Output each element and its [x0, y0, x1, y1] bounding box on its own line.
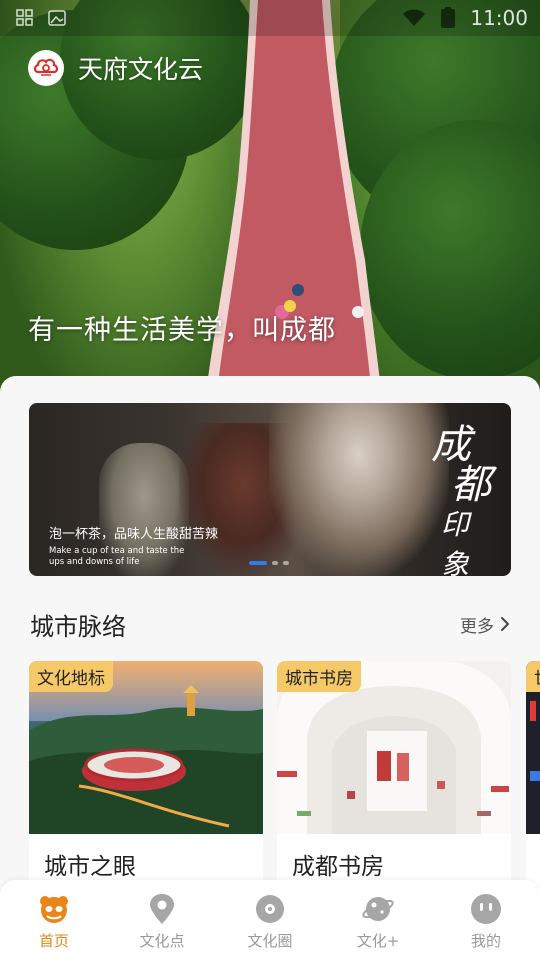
grid-app-icon — [16, 9, 33, 26]
city-card-partial[interactable]: 世 — [526, 661, 540, 891]
card-category-badge: 城市书房 — [277, 661, 361, 692]
content-sheet: 成 都 印 象 泡一杯茶，品味人生酸甜苦辣 Make a cup of tea … — [0, 376, 540, 960]
picture-notification-icon — [48, 10, 66, 26]
status-time: 11:00 — [470, 6, 528, 30]
banner-dot-active[interactable] — [249, 561, 267, 565]
more-label: 更多 — [460, 616, 494, 637]
panda-home-icon — [40, 896, 68, 923]
city-section-header: 城市脉络 更多 — [30, 608, 510, 641]
tab-label: 文化圈 — [247, 932, 293, 950]
hero-banner: 11:00 天府文化云 有一种生活美学，叫成都 — [0, 0, 540, 400]
app-logo-icon — [28, 50, 64, 86]
tab-label: 我的 — [470, 932, 501, 950]
city-cards-carousel[interactable]: 文化地标 城市之眼 城市书房 成都书房 — [29, 661, 540, 891]
banner-tagline-en: Make a cup of tea and taste the ups and … — [49, 546, 185, 567]
tab-culture-spot[interactable]: 文化点 — [108, 880, 216, 960]
city-card[interactable]: 城市书房 成都书房 — [277, 661, 511, 891]
banner-title-char: 象 — [441, 548, 470, 576]
chevron-right-icon — [501, 617, 510, 631]
profile-face-icon — [471, 894, 501, 924]
wifi-icon — [403, 9, 426, 26]
banner-elder-shape — [269, 403, 449, 576]
tab-mine[interactable]: 我的 — [432, 880, 540, 960]
status-bar: 11:00 — [0, 0, 540, 36]
banner-page-indicator — [249, 561, 289, 565]
app-brand: 天府文化云 — [28, 50, 203, 86]
banner-dot[interactable] — [272, 561, 278, 565]
card-category-badge: 世 — [526, 661, 540, 692]
tab-label: 文化+ — [356, 932, 400, 950]
app-name: 天府文化云 — [78, 55, 204, 84]
feature-banner[interactable]: 成 都 印 象 泡一杯茶，品味人生酸甜苦辣 Make a cup of tea … — [29, 403, 511, 576]
location-pin-icon — [150, 894, 174, 924]
banner-title-char: 印 — [441, 508, 470, 541]
banner-title-char: 成 — [431, 422, 471, 468]
hero-slogan: 有一种生活美学，叫成都 — [28, 315, 336, 346]
city-card[interactable]: 文化地标 城市之眼 — [29, 661, 263, 891]
tab-culture-plus[interactable]: 文化+ — [324, 880, 432, 960]
circle-disc-icon — [256, 895, 284, 923]
tab-label: 首页 — [38, 932, 69, 950]
card-category-badge: 文化地标 — [29, 661, 113, 692]
banner-tagline-cn: 泡一杯茶，品味人生酸甜苦辣 — [49, 527, 219, 542]
tab-label: 文化点 — [139, 932, 185, 950]
banner-dot[interactable] — [283, 561, 289, 565]
bottom-tab-bar: 首页 文化点 文化圈 文化+ 我的 — [0, 880, 540, 960]
planet-icon — [362, 897, 394, 921]
banner-calligraphy-title: 成 都 印 象 — [431, 425, 491, 576]
banner-tagline: 泡一杯茶，品味人生酸甜苦辣 Make a cup of tea and tast… — [49, 523, 218, 568]
tab-culture-circle[interactable]: 文化圈 — [216, 880, 324, 960]
more-link[interactable]: 更多 — [460, 612, 510, 637]
section-title: 城市脉络 — [30, 612, 126, 641]
banner-title-char: 都 — [451, 462, 491, 508]
card-title: 城市之眼 — [44, 854, 136, 880]
battery-icon — [441, 7, 456, 28]
card-title: 成都书房 — [292, 854, 384, 880]
tab-home[interactable]: 首页 — [0, 880, 108, 960]
